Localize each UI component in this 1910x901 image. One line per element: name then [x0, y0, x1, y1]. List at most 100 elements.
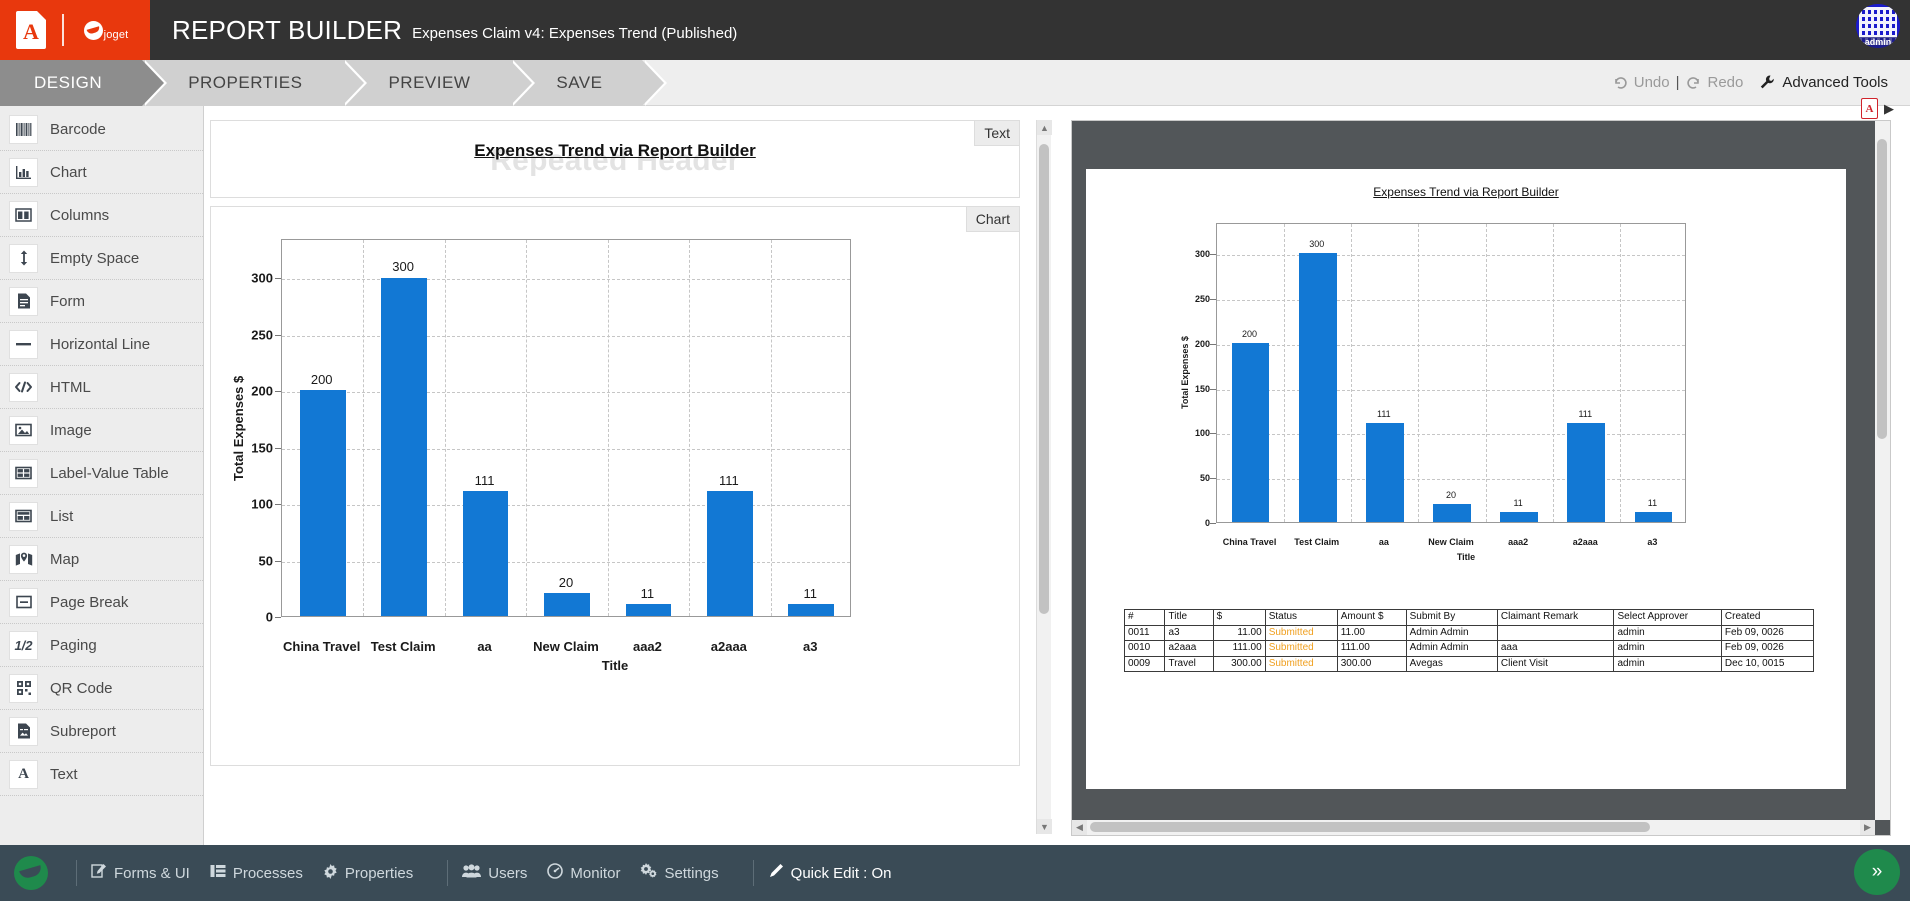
palette-item-form[interactable]: Form	[0, 280, 203, 323]
chart-data-label: 200	[311, 372, 333, 387]
tab-preview[interactable]: PREVIEW	[342, 60, 510, 106]
bottom-item-settings[interactable]: Settings	[640, 863, 718, 883]
table-cell	[1497, 625, 1614, 641]
palette-item-empty-space[interactable]: Empty Space	[0, 237, 203, 280]
palette-item-page-break[interactable]: Page Break	[0, 581, 203, 624]
table-cell: Dec 10, 0015	[1721, 656, 1813, 672]
chart-y-tick-label: 0	[233, 610, 273, 625]
bottom-item-monitor[interactable]: Monitor	[547, 863, 620, 883]
table-header-row: #Title$StatusAmount $Submit ByClaimant R…	[1125, 610, 1814, 626]
redo-button[interactable]: Redo	[1708, 74, 1744, 91]
table-column-header: Claimant Remark	[1497, 610, 1614, 626]
chart-y-tick-label: 300	[233, 271, 273, 286]
expand-panel-icon[interactable]: ▶	[1884, 101, 1894, 117]
table-row: 0011a311.00Submitted11.00Admin Adminadmi…	[1125, 625, 1814, 641]
undo-button[interactable]: Undo	[1634, 74, 1670, 91]
chart-y-tick-label: 250	[233, 327, 273, 342]
viewer-vscroll-thumb[interactable]	[1877, 139, 1887, 439]
tab-properties[interactable]: PROPERTIES	[142, 60, 342, 106]
chart-y-tick-label: 100	[1170, 428, 1210, 438]
joget-console-logo[interactable]	[0, 845, 62, 901]
palette-item-horizontal-line[interactable]: Horizontal Line	[0, 323, 203, 366]
chart-x-tick-label: Test Claim	[371, 639, 436, 654]
palette-item-label: Form	[50, 293, 85, 310]
palette-item-map[interactable]: Map	[0, 538, 203, 581]
chart-data-label: 11	[1513, 498, 1522, 508]
table-cell: 0009	[1125, 656, 1165, 672]
table-body: 0011a311.00Submitted11.00Admin Adminadmi…	[1125, 625, 1814, 672]
avatar[interactable]: admin	[1856, 4, 1900, 48]
tab-design[interactable]: DESIGN	[0, 60, 142, 106]
palette-item-html[interactable]: HTML	[0, 366, 203, 409]
report-title-text[interactable]: Expenses Trend via Report Builder	[211, 121, 1019, 161]
scroll-left-icon[interactable]: ◀	[1072, 820, 1087, 835]
redo-icon[interactable]	[1686, 75, 1702, 91]
bottom-separator	[76, 860, 77, 886]
pdf-page: Expenses Trend via Report Builder Total …	[1086, 169, 1846, 789]
canvas-vertical-scrollbar[interactable]: ▲ ▼	[1036, 120, 1051, 834]
page-break-icon	[9, 588, 38, 617]
chart-plot-area	[281, 239, 851, 617]
chart-y-tick-label: 250	[1170, 294, 1210, 304]
chart-x-axis-label: Title	[1086, 552, 1846, 562]
chevron-double-right-icon[interactable]: »	[1854, 849, 1900, 895]
advanced-tools-button[interactable]: Advanced Tools	[1759, 74, 1888, 91]
pdf-export-icon[interactable]: A	[1861, 98, 1878, 119]
palette-item-image[interactable]: Image	[0, 409, 203, 452]
viewer-vertical-scrollbar[interactable]	[1875, 121, 1890, 820]
tab-design-label: DESIGN	[34, 73, 102, 93]
palette-item-barcode[interactable]: Barcode	[0, 108, 203, 151]
chart-bar	[626, 604, 672, 616]
chart-y-tick-mark	[1210, 344, 1216, 345]
undo-icon[interactable]	[1612, 75, 1628, 91]
viewer-horizontal-scrollbar[interactable]: ◀ ▶	[1072, 820, 1875, 835]
palette-item-qr-code[interactable]: QR Code	[0, 667, 203, 710]
bottom-item-forms-ui[interactable]: Forms & UI	[91, 863, 190, 883]
palette-item-label-value-table[interactable]: Label-Value Table	[0, 452, 203, 495]
palette-item-label: Page Break	[50, 594, 128, 611]
bottom-separator	[447, 860, 448, 886]
preview-column: A ▶ Expenses Trend via Report Builder To…	[1051, 106, 1910, 847]
chart-icon	[9, 158, 38, 187]
step-arrow	[510, 60, 532, 106]
report-chart-section[interactable]: Chart Total Expenses $050100150200250300…	[210, 206, 1020, 766]
pdf-file-icon[interactable]: A	[0, 0, 62, 60]
report-design-canvas[interactable]: Repeated Header Expenses Trend via Repor…	[210, 120, 1020, 838]
design-canvas-column: Repeated Header Expenses Trend via Repor…	[204, 106, 1051, 847]
bottom-item-processes[interactable]: Processes	[210, 864, 303, 882]
chart-bar	[381, 278, 427, 617]
chart-bar	[707, 491, 753, 616]
step-arrow	[142, 60, 164, 106]
chart-y-tick-mark	[1210, 389, 1216, 390]
bottom-item-properties[interactable]: Properties	[323, 864, 413, 883]
chart-data-label: 200	[1242, 329, 1257, 339]
chart-y-tick-label: 150	[1170, 384, 1210, 394]
pdf-preview-viewer[interactable]: Expenses Trend via Report Builder Total …	[1071, 120, 1891, 836]
chart-y-tick-mark	[275, 278, 281, 279]
table-cell: aaa	[1497, 641, 1614, 657]
joget-brand-logo[interactable]: joget	[62, 0, 150, 60]
scroll-right-icon[interactable]: ▶	[1860, 820, 1875, 835]
bottom-item-users[interactable]: Users	[462, 864, 527, 882]
palette-item-list[interactable]: List	[0, 495, 203, 538]
canvas-scroll-thumb[interactable]	[1039, 144, 1049, 614]
app-subtitle: Expenses Claim v4: Expenses Trend (Publi…	[412, 25, 737, 42]
palette-item-chart[interactable]: Chart	[0, 151, 203, 194]
chart-gridline	[526, 240, 527, 616]
report-header-section[interactable]: Repeated Header Expenses Trend via Repor…	[210, 120, 1020, 198]
palette-item-columns[interactable]: Columns	[0, 194, 203, 237]
table-column-header: Select Approver	[1614, 610, 1721, 626]
chart-bar	[788, 604, 834, 616]
palette-item-subreport[interactable]: Subreport	[0, 710, 203, 753]
palette-item-text[interactable]: A Text	[0, 753, 203, 796]
table-cell: Client Visit	[1497, 656, 1614, 672]
subreport-icon	[9, 717, 38, 746]
chart-y-tick-mark	[1210, 523, 1216, 524]
bottom-item-quick-edit[interactable]: Quick Edit : On	[768, 863, 892, 883]
scroll-up-icon[interactable]: ▲	[1037, 120, 1052, 135]
settings-gear-icon	[640, 863, 657, 883]
viewer-hscroll-thumb[interactable]	[1090, 822, 1650, 832]
scroll-down-icon[interactable]: ▼	[1037, 819, 1052, 834]
chart-data-label: 11	[641, 586, 655, 601]
palette-item-paging[interactable]: 1/2 Paging	[0, 624, 203, 667]
